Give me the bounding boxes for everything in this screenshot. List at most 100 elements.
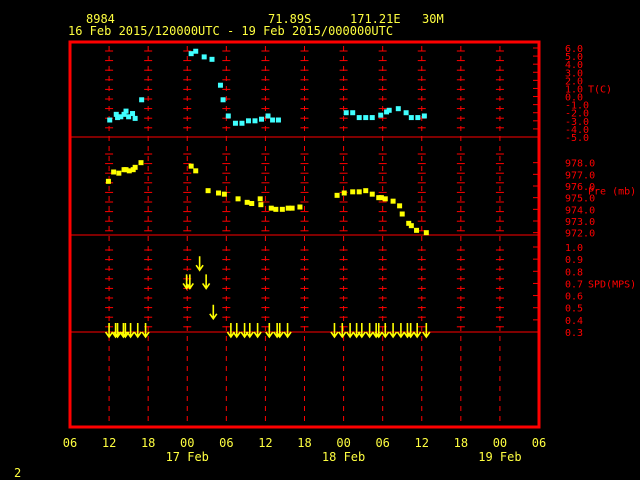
wind-arrow <box>104 323 114 339</box>
pressure-point <box>408 223 414 229</box>
x-date-label: 17 Feb <box>166 450 209 464</box>
temperature-point <box>139 97 145 103</box>
temperature-point <box>386 107 392 113</box>
x-date-label: 19 Feb <box>478 450 521 464</box>
pressure-point <box>350 189 356 195</box>
pressure-point <box>221 191 227 197</box>
temperature-point <box>356 115 362 121</box>
pressure-point <box>257 196 263 202</box>
wind-axis-label: SPD(MPS) <box>588 279 636 290</box>
wind-y-tick-label: 0.8 <box>565 267 583 278</box>
temperature-point <box>265 113 271 119</box>
pressure-point <box>132 164 138 170</box>
wind-arrow <box>226 323 236 339</box>
wind-arrow <box>413 323 422 339</box>
wind-arrow <box>232 323 241 339</box>
temperature-point <box>217 82 223 88</box>
pressure-point <box>363 188 369 194</box>
pressure-point <box>423 230 429 236</box>
pressure-point <box>111 169 117 175</box>
temperature-point <box>209 56 215 62</box>
wind-arrow <box>209 304 218 321</box>
wind-arrow <box>126 323 135 339</box>
pressure-point <box>369 191 375 197</box>
temperature-point <box>363 115 369 121</box>
temperature-point <box>369 115 375 121</box>
temperature-point <box>343 110 349 116</box>
x-tick-label: 06 <box>219 436 233 450</box>
temperature-point <box>408 115 414 121</box>
wind-arrow <box>253 323 262 339</box>
temperature-axis-label: T(C) <box>588 84 612 95</box>
temperature-point <box>123 108 129 114</box>
pressure-point <box>382 196 388 202</box>
temperature-point <box>378 112 384 118</box>
x-tick-label: 12 <box>415 436 429 450</box>
wind-arrow <box>365 323 374 339</box>
pressure-point <box>105 178 111 184</box>
x-tick-label: 00 <box>336 436 350 450</box>
wind-y-tick-label: 0.4 <box>565 316 583 327</box>
pressure-point <box>216 190 222 196</box>
temperature-point <box>193 48 199 54</box>
pressure-y-tick-label: 972.0 <box>565 229 595 240</box>
wind-y-tick-label: 0.5 <box>565 304 583 315</box>
temperature-point <box>201 54 207 60</box>
wind-arrow <box>245 323 254 339</box>
temperature-point <box>245 118 251 124</box>
pressure-point <box>356 189 362 195</box>
wind-arrow <box>330 323 339 339</box>
x-tick-label: 12 <box>258 436 272 450</box>
temperature-point <box>239 120 245 126</box>
pressure-point <box>390 198 396 204</box>
pressure-point <box>249 201 255 206</box>
wind-arrow <box>201 274 211 290</box>
wind-y-tick-label: 0.9 <box>565 255 583 266</box>
wind-arrow <box>396 323 406 339</box>
temperature-point <box>232 120 238 126</box>
wind-arrow <box>195 256 204 272</box>
temperature-point <box>395 106 401 112</box>
pressure-point <box>279 206 285 212</box>
wind-arrow <box>388 323 398 339</box>
pressure-point <box>334 192 340 198</box>
temperature-point <box>132 115 138 121</box>
temperature-point <box>270 117 276 123</box>
pressure-point <box>258 202 264 208</box>
wind-arrow <box>352 323 361 339</box>
pressure-point <box>205 188 211 194</box>
temperature-point <box>350 110 356 116</box>
pressure-point <box>268 205 274 211</box>
temperature-point <box>225 113 231 119</box>
pressure-point <box>399 211 405 217</box>
temperature-point <box>252 118 258 124</box>
temperature-point <box>107 117 113 123</box>
temperature-point <box>421 113 427 119</box>
wind-arrow <box>240 323 249 339</box>
wind-y-tick-label: 1.0 <box>565 243 583 254</box>
pressure-y-tick-label: 978.0 <box>565 159 595 170</box>
pressure-y-tick-label: 973.0 <box>565 217 595 228</box>
temperature-point <box>275 117 281 123</box>
x-tick-label: 00 <box>180 436 194 450</box>
x-tick-label: 18 <box>297 436 311 450</box>
temperature-y-tick-label: -5.0 <box>565 133 589 144</box>
temperature-point <box>220 97 226 103</box>
wind-y-tick-label: 0.6 <box>565 292 583 303</box>
pressure-point <box>289 205 295 211</box>
meteogram-chart: 6.05.04.03.02.01.00.0-1.0-2.0-3.0-4.0-5.… <box>63 40 636 464</box>
temperature-point <box>130 111 136 117</box>
pressure-point <box>397 203 403 209</box>
x-tick-label: 06 <box>63 436 77 450</box>
x-tick-label: 06 <box>532 436 546 450</box>
wind-arrow <box>133 323 142 339</box>
pressure-point <box>193 168 199 174</box>
wind-arrow <box>345 323 355 339</box>
wind-arrow <box>338 323 347 339</box>
x-tick-label: 06 <box>375 436 389 450</box>
pressure-axis-label: Pre (mb) <box>588 187 636 198</box>
pressure-y-tick-label: 977.0 <box>565 170 595 181</box>
x-tick-label: 12 <box>102 436 116 450</box>
x-tick-label: 00 <box>493 436 507 450</box>
x-tick-label: 18 <box>454 436 468 450</box>
